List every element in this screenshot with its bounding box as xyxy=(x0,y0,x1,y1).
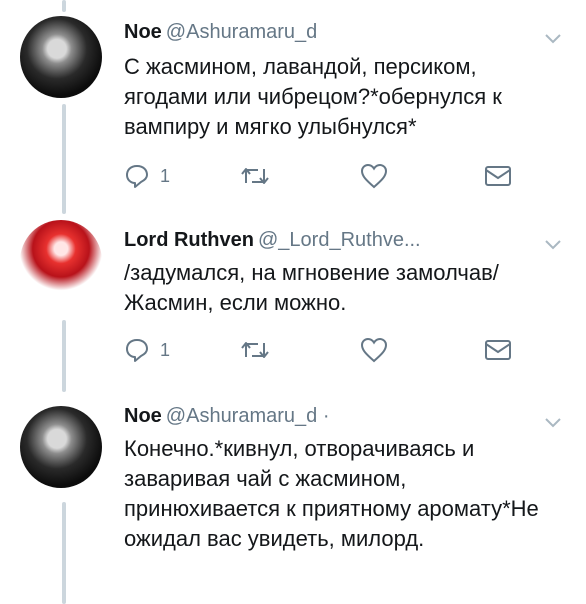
envelope-icon xyxy=(485,166,511,186)
like-button[interactable] xyxy=(360,336,388,364)
retweet-icon xyxy=(241,168,269,184)
tweet-actions: 1 xyxy=(124,336,514,364)
display-name[interactable]: Lord Ruthven xyxy=(124,229,254,251)
heart-icon xyxy=(360,337,388,363)
tweet-text: Конечно.*кивнул, отворачиваясь и заварив… xyxy=(124,436,539,551)
direct-message-button[interactable] xyxy=(484,336,512,364)
tweet-header: Noe @Ashuramaru_d xyxy=(124,20,317,44)
display-name[interactable]: Noe xyxy=(124,405,162,427)
user-handle[interactable]: @Ashuramaru_d · xyxy=(166,405,330,427)
tweet[interactable]: Lord Ruthven @_Lord_Ruthve... /задумался,… xyxy=(0,200,586,392)
user-handle[interactable]: @_Lord_Ruthve... xyxy=(258,229,421,251)
user-handle[interactable]: @Ashuramaru_d xyxy=(166,21,317,43)
avatar[interactable] xyxy=(20,220,102,302)
like-button[interactable] xyxy=(360,162,388,190)
tweet[interactable]: Noe @Ashuramaru_d С жасмином, лавандой, п… xyxy=(0,0,586,200)
tweet-header: Lord Ruthven @_Lord_Ruthve... xyxy=(124,228,421,252)
retweet-icon xyxy=(241,342,269,358)
chevron-down-icon[interactable] xyxy=(544,32,562,46)
display-name[interactable]: Noe xyxy=(124,21,162,43)
tweet-header: Noe @Ashuramaru_d · xyxy=(124,404,330,428)
reply-button[interactable]: 1 xyxy=(124,336,170,364)
tweet-text: С жасмином, лавандой, персиком, ягодами … xyxy=(124,54,502,139)
chevron-down-icon[interactable] xyxy=(544,238,562,252)
reply-icon xyxy=(126,165,148,188)
heart-icon xyxy=(360,163,388,189)
chevron-down-icon[interactable] xyxy=(544,416,562,430)
reply-count: 1 xyxy=(160,165,171,186)
reply-button[interactable]: 1 xyxy=(124,162,170,190)
retweet-button[interactable] xyxy=(240,336,270,364)
tweet-text: /задумался, на мгновение замолчав/ Жасми… xyxy=(124,260,499,315)
envelope-icon xyxy=(485,340,511,360)
reply-icon xyxy=(126,339,148,362)
avatar[interactable] xyxy=(20,16,102,98)
direct-message-button[interactable] xyxy=(484,162,512,190)
tweet[interactable]: Noe @Ashuramaru_d · Конечно.*кивнул, отво… xyxy=(0,392,586,604)
avatar[interactable] xyxy=(20,406,102,488)
reply-count: 1 xyxy=(160,339,171,360)
tweet-actions: 1 xyxy=(124,162,514,190)
retweet-button[interactable] xyxy=(240,162,270,190)
